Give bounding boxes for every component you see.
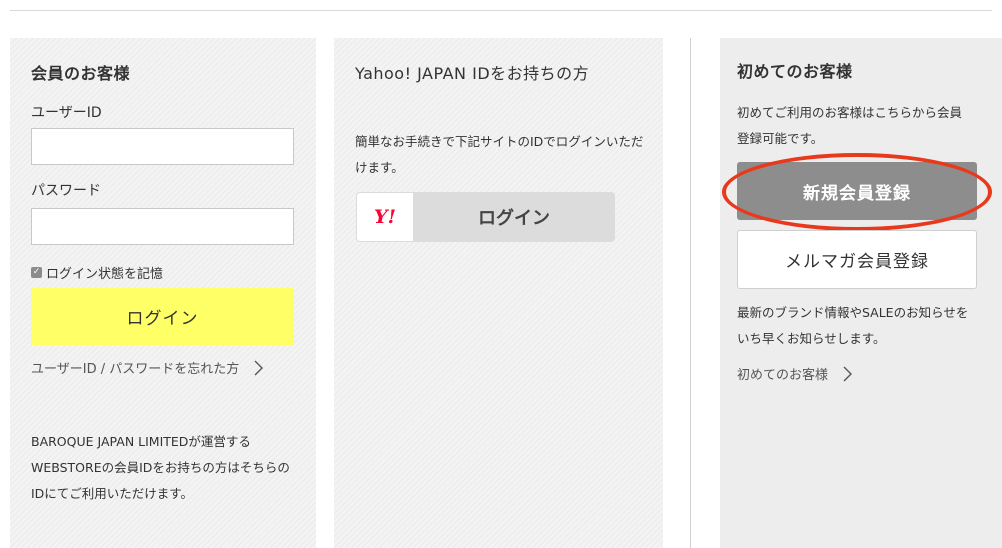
- chevron-right-icon: [843, 366, 853, 381]
- member-login-panel: 会員のお客様 ユーザーID パスワード ✓ ログイン状態を記憶 ログイン ユーザ…: [10, 38, 316, 548]
- username-label: ユーザーID: [31, 105, 102, 121]
- member-panel-title: 会員のお客様: [31, 64, 131, 83]
- new-customer-description: 初めてご利用のお客様はこちらから会員登録可能です。: [737, 105, 963, 146]
- panel-divider: [690, 38, 691, 548]
- username-input[interactable]: [31, 128, 294, 165]
- member-note: BAROQUE JAPAN LIMITEDが運営するWEBSTOREの会員IDを…: [31, 434, 290, 501]
- password-label: パスワード: [31, 183, 101, 199]
- forgot-credentials-link[interactable]: ユーザーID / パスワードを忘れた方: [31, 358, 267, 377]
- first-time-guide-label: 初めてのお客様: [737, 368, 829, 383]
- password-input[interactable]: [31, 208, 294, 245]
- new-customer-panel: 初めてのお客様 初めてご利用のお客様はこちらから会員登録可能です。 新規会員登録…: [720, 38, 1002, 548]
- chevron-right-icon: [254, 360, 264, 375]
- yahoo-logo-text: Y!: [374, 206, 396, 228]
- member-login-button[interactable]: ログイン: [31, 288, 294, 345]
- yahoo-login-label: ログイン: [478, 208, 550, 229]
- remember-checkbox[interactable]: ✓: [31, 267, 42, 278]
- newsletter-description: 最新のブランド情報やSALEのお知らせをいち早くお知らせします。: [737, 305, 969, 346]
- remember-label: ログイン状態を記憶: [46, 267, 164, 282]
- yahoo-logo-icon: Y!: [356, 192, 413, 242]
- yahoo-login-button[interactable]: Y! ログイン: [356, 192, 615, 242]
- first-time-guide-link[interactable]: 初めてのお客様: [737, 364, 856, 383]
- forgot-credentials-label: ユーザーID / パスワードを忘れた方: [31, 362, 240, 377]
- yahoo-panel-title: Yahoo! JAPAN IDをお持ちの方: [355, 64, 590, 83]
- yahoo-login-panel: Yahoo! JAPAN IDをお持ちの方 簡単なお手続きで下記サイトのIDでロ…: [334, 38, 663, 548]
- newsletter-register-button[interactable]: メルマガ会員登録: [737, 230, 977, 289]
- new-member-register-button[interactable]: 新規会員登録: [737, 162, 977, 220]
- new-customer-title: 初めてのお客様: [737, 62, 853, 81]
- top-divider: [10, 10, 992, 11]
- yahoo-description: 簡単なお手続きで下記サイトのIDでログインいただけます。: [355, 134, 644, 175]
